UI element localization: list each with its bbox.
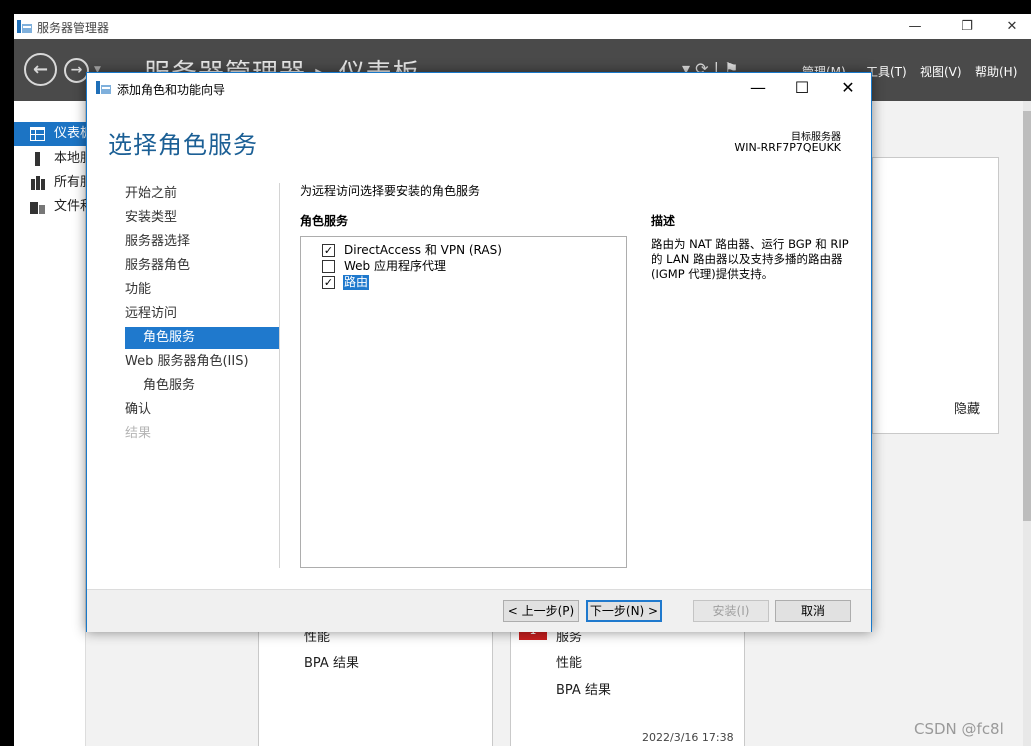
hide-link[interactable]: 隐藏 — [954, 398, 980, 417]
previous-button[interactable]: < 上一步(P) — [503, 600, 579, 622]
step-web-server-role-services[interactable]: 角色服务 — [125, 375, 279, 397]
menu-tools[interactable]: 工具(T) — [866, 63, 907, 80]
next-button[interactable]: 下一步(N) > — [586, 600, 662, 622]
role-service-label: 路由 — [343, 275, 370, 290]
scrollbar[interactable] — [1023, 101, 1031, 746]
role-service-label: Web 应用程序代理 — [344, 259, 446, 273]
wizard-minimize-button[interactable]: — — [735, 73, 781, 103]
servers-icon — [31, 176, 45, 190]
menu-view[interactable]: 视图(V) — [920, 63, 962, 80]
server-icon — [35, 152, 40, 166]
step-results: 结果 — [125, 426, 152, 441]
step-remote-access[interactable]: 远程访问 — [125, 303, 279, 325]
tile-timestamp: 2022/3/16 17:38 — [642, 731, 734, 744]
target-server-name: WIN-RRF7P7QEUKK — [734, 141, 841, 154]
server-manager-app-icon — [17, 20, 32, 33]
description-heading: 描述 — [651, 214, 676, 228]
checkbox-unchecked[interactable] — [322, 260, 335, 273]
wizard-title: 添加角色和功能向导 — [117, 83, 226, 97]
watermark: CSDN @fc8l — [914, 720, 1004, 738]
checkbox-checked[interactable]: ✓ — [322, 276, 335, 289]
dashboard-icon — [30, 127, 45, 141]
step-confirmation[interactable]: 确认 — [125, 399, 279, 421]
tile-bpa-link[interactable]: BPA 结果 — [304, 652, 359, 671]
role-tile: 1 服务 性能 BPA 结果 — [510, 621, 745, 746]
sidebar-item-dashboard[interactable]: 仪表板 — [14, 122, 86, 146]
step-installation-type[interactable]: 安装类型 — [125, 207, 279, 229]
sidebar-item-label: 所有服务器 — [54, 175, 86, 190]
step-web-server-role[interactable]: Web 服务器角色(IIS) — [125, 351, 279, 373]
install-button: 安装(I) — [693, 600, 769, 622]
checkbox-checked[interactable]: ✓ — [322, 244, 335, 257]
sidebar-item-all-servers[interactable]: 所有服务器 — [14, 171, 86, 195]
sidebar-item-label: 文件和存储服务 — [54, 199, 86, 214]
role-services-list[interactable]: ✓ DirectAccess 和 VPN (RAS) Web 应用程序代理 ✓ … — [300, 236, 627, 568]
wizard-titlebar: 添加角色和功能向导 — ☐ ✕ — [87, 73, 871, 103]
dashboard-panel — [872, 157, 999, 434]
step-features[interactable]: 功能 — [125, 279, 279, 301]
wizard-button-bar: < 上一步(P) 下一步(N) > 安装(I) 取消 — [87, 589, 871, 632]
wizard-app-icon — [96, 81, 111, 94]
close-button[interactable]: ✕ — [989, 14, 1031, 39]
role-tile: 性能 BPA 结果 — [258, 621, 493, 746]
wizard-maximize-button[interactable]: ☐ — [779, 73, 825, 103]
sidebar: 仪表板 本地服务器 所有服务器 文件和存储服务 — [14, 101, 86, 746]
minimize-button[interactable]: — — [892, 14, 938, 39]
page-title: 选择角色服务 — [108, 131, 258, 159]
server-manager-titlebar: 服务器管理器 — ❐ ✕ — [14, 14, 1031, 39]
sidebar-item-file-storage[interactable]: 文件和存储服务 — [14, 195, 86, 219]
step-before-you-begin[interactable]: 开始之前 — [125, 183, 279, 205]
tile-performance-link[interactable]: 性能 — [556, 652, 582, 671]
back-arrow-icon[interactable]: ← — [24, 53, 57, 86]
scrollbar-thumb[interactable] — [1023, 111, 1031, 521]
step-server-selection[interactable]: 服务器选择 — [125, 231, 279, 253]
add-roles-wizard-dialog: 添加角色和功能向导 — ☐ ✕ 选择角色服务 目标服务器 WIN-RRF7P7Q… — [86, 72, 872, 632]
tile-bpa-link[interactable]: BPA 结果 — [556, 679, 611, 698]
cancel-button[interactable]: 取消 — [775, 600, 851, 622]
maximize-button[interactable]: ❐ — [944, 14, 990, 39]
step-server-roles[interactable]: 服务器角色 — [125, 255, 279, 277]
role-services-heading: 角色服务 — [300, 214, 349, 228]
menu-help[interactable]: 帮助(H) — [975, 63, 1017, 80]
storage-icon — [30, 202, 45, 214]
step-remote-access-role-services[interactable]: 角色服务 — [125, 327, 279, 349]
server-manager-title: 服务器管理器 — [37, 21, 110, 35]
wizard-close-button[interactable]: ✕ — [825, 73, 871, 103]
steps-divider — [279, 183, 280, 568]
role-service-label: DirectAccess 和 VPN (RAS) — [344, 243, 502, 257]
sidebar-item-local-server[interactable]: 本地服务器 — [14, 147, 86, 171]
sidebar-item-label: 仪表板 — [54, 126, 86, 141]
role-services-instruction: 为远程访问选择要安装的角色服务 — [300, 184, 481, 198]
role-service-description: 路由为 NAT 路由器、运行 BGP 和 RIP 的 LAN 路由器以及支持多播… — [651, 237, 849, 281]
sidebar-item-label: 本地服务器 — [54, 151, 86, 166]
